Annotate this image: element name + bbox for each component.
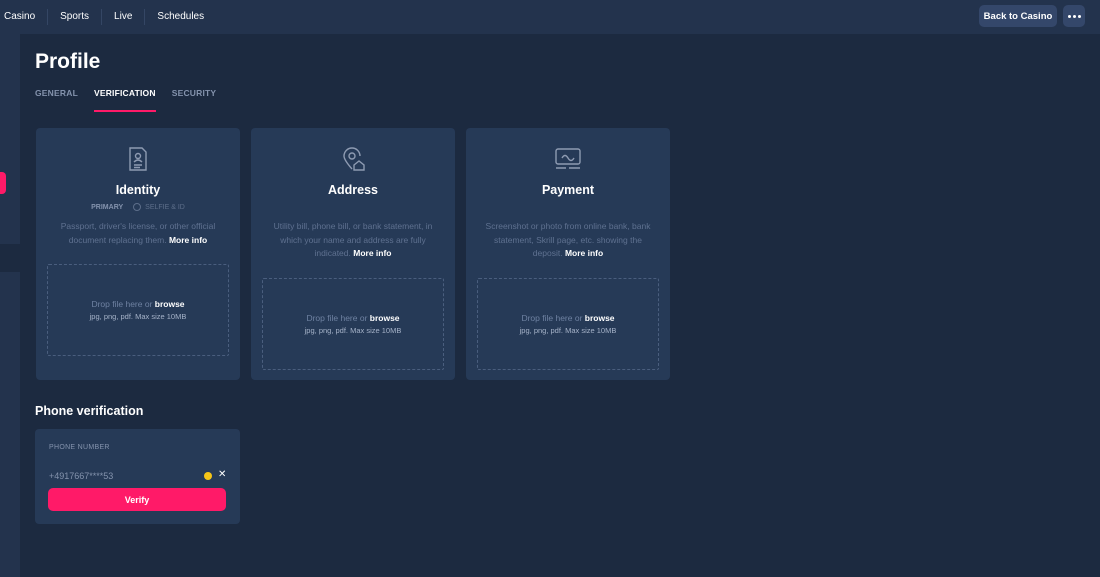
tab-general[interactable]: GENERAL [35, 88, 78, 112]
phone-number-label: PHONE NUMBER [49, 444, 110, 451]
tab-verification[interactable]: VERIFICATION [93, 88, 156, 112]
address-card: Address Utility bill, phone bill, or ban… [251, 128, 455, 380]
identity-more-info-link[interactable]: More info [169, 235, 207, 245]
identity-browse-link[interactable]: browse [155, 299, 185, 309]
clear-phone-button[interactable]: ✕ [218, 469, 226, 480]
payment-browse-link[interactable]: browse [585, 313, 615, 323]
circle-icon [133, 203, 142, 211]
address-more-info-link[interactable]: More info [353, 248, 391, 258]
nav-sports[interactable]: Sports [48, 9, 103, 25]
identity-badges: PRIMARY SELFIE & ID [36, 203, 240, 211]
page-title: Profile [35, 50, 101, 73]
profile-tabs: GENERAL VERIFICATION SECURITY [35, 88, 216, 112]
identity-description: Passport, driver's license, or other off… [60, 221, 216, 245]
identity-file-hint: jpg, png, pdf. Max size 10MB [89, 312, 187, 321]
top-bar: Casino Sports Live Schedules Back to Cas… [0, 0, 1100, 34]
nav-schedules[interactable]: Schedules [145, 9, 216, 25]
address-description: Utility bill, phone bill, or bank statem… [273, 221, 433, 258]
id-document-icon [129, 147, 147, 171]
more-options-button[interactable] [1063, 5, 1085, 27]
location-home-icon [343, 147, 365, 171]
identity-card: Identity PRIMARY SELFIE & ID Passport, d… [36, 128, 240, 380]
sidebar-active-indicator[interactable] [0, 172, 6, 194]
phone-section-title: Phone verification [35, 404, 144, 418]
more-dots-icon [1067, 14, 1071, 18]
back-to-casino-button[interactable]: Back to Casino [979, 5, 1057, 27]
payment-card: Payment Screenshot or photo from online … [466, 128, 670, 380]
address-file-hint: jpg, png, pdf. Max size 10MB [304, 326, 402, 335]
identity-title: Identity [115, 183, 161, 197]
payment-file-hint: jpg, png, pdf. Max size 10MB [519, 326, 617, 335]
address-dropzone[interactable]: Drop file here or browse jpg, png, pdf. … [262, 278, 444, 370]
phone-number-field[interactable]: +4917667****53 [49, 471, 113, 481]
payment-title: Payment [541, 183, 595, 197]
identity-dropzone[interactable]: Drop file here or browse jpg, png, pdf. … [47, 264, 229, 356]
sidebar-divider [0, 244, 20, 272]
nav-casino[interactable]: Casino [0, 9, 49, 25]
address-browse-link[interactable]: browse [370, 313, 400, 323]
payment-dropzone[interactable]: Drop file here or browse jpg, png, pdf. … [477, 278, 659, 370]
phone-verification-card: PHONE NUMBER +4917667****53 ✕ Verify [35, 429, 240, 524]
payment-card-icon [555, 148, 581, 169]
payment-more-info-link[interactable]: More info [565, 248, 603, 258]
selfie-id-badge: SELFIE & ID [133, 203, 185, 211]
verify-button[interactable]: Verify [48, 488, 226, 511]
tab-security[interactable]: SECURITY [172, 88, 217, 112]
address-title: Address [327, 183, 379, 197]
top-nav: Casino Sports Live Schedules [0, 0, 216, 34]
status-dot-icon [204, 472, 212, 480]
left-sidebar [0, 34, 20, 577]
primary-badge: PRIMARY [91, 203, 124, 211]
payment-description: Screenshot or photo from online bank, ba… [485, 221, 651, 258]
nav-live[interactable]: Live [102, 9, 146, 25]
